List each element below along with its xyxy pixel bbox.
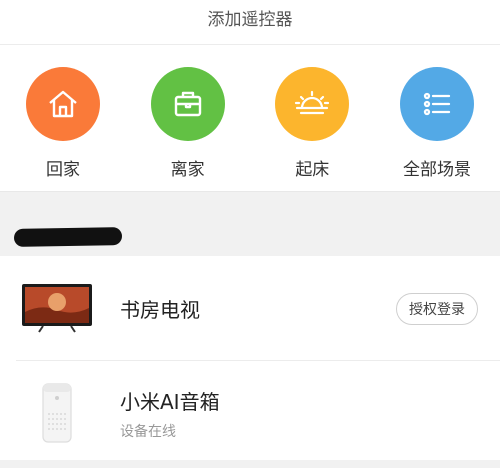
- home-icon: [26, 67, 100, 141]
- scene-home-label: 回家: [46, 160, 80, 180]
- device-row-tv[interactable]: 书房电视 授权登录: [0, 256, 500, 360]
- add-remote-link[interactable]: 添加遥控器: [208, 5, 293, 30]
- sunrise-icon: [275, 67, 350, 141]
- scene-away[interactable]: 离家: [150, 45, 225, 191]
- redacted-section-title: [13, 227, 123, 247]
- list-icon: [399, 67, 474, 141]
- device-status: 设备在线: [120, 423, 176, 440]
- scene-all[interactable]: 全部场景: [399, 45, 474, 191]
- device-row-speaker[interactable]: 小米AI音箱 设备在线: [0, 361, 500, 465]
- scene-wake-up[interactable]: 起床: [275, 45, 350, 191]
- device-name: 书房电视: [120, 297, 200, 322]
- scene-home[interactable]: 回家: [26, 45, 100, 191]
- scene-away-label: 离家: [170, 160, 205, 180]
- bottom-band: [0, 460, 500, 468]
- scene-wake-up-label: 起床: [295, 160, 330, 180]
- scene-shortcuts: 回家 离家 起床 全部场景: [0, 45, 500, 191]
- section-header: [0, 191, 500, 256]
- speaker-icon: [12, 382, 102, 444]
- authorize-login-button[interactable]: 授权登录: [396, 293, 478, 325]
- device-name: 小米AI音箱: [120, 389, 220, 414]
- briefcase-icon: [150, 67, 225, 141]
- scene-all-label: 全部场景: [402, 160, 471, 180]
- tv-icon: [12, 282, 102, 334]
- top-bar: 添加遥控器: [0, 0, 500, 45]
